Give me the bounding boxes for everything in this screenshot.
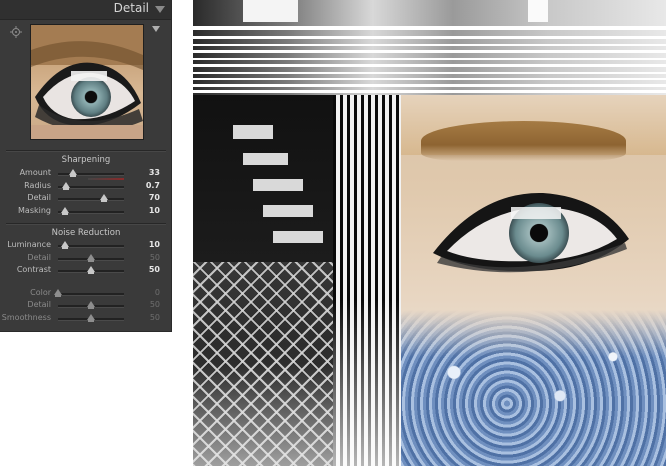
slider-color[interactable] <box>54 288 124 297</box>
panel-header[interactable]: Detail <box>0 0 171 20</box>
chain-link-fence <box>193 262 343 466</box>
stripe-line <box>193 72 666 74</box>
slider-amount[interactable] <box>58 169 124 180</box>
slider-row-color: Color 0 <box>0 288 172 300</box>
slider-thumb[interactable] <box>60 206 69 215</box>
stair-step <box>273 231 323 243</box>
collapse-triangle-icon[interactable] <box>155 6 165 13</box>
section-divider <box>6 150 166 152</box>
stripe-line <box>193 58 666 60</box>
slider-row-detail: Detail 50 <box>0 253 172 265</box>
slider-smoothness[interactable] <box>58 314 124 322</box>
stair-step <box>263 205 313 217</box>
slider-label: Luminance <box>7 240 51 249</box>
stripe-line <box>193 84 666 87</box>
stripe-line <box>193 90 666 93</box>
slider-label: Detail <box>27 252 51 262</box>
slider-thumb[interactable] <box>87 266 95 275</box>
detail-preview-image[interactable] <box>30 24 144 140</box>
slider-value[interactable]: 50 <box>150 253 160 262</box>
collage-face <box>401 95 666 466</box>
collage-top-light <box>528 0 548 22</box>
slider-radius[interactable] <box>58 181 124 190</box>
slider-label: Smoothness <box>1 313 51 322</box>
stripe-line <box>193 26 666 30</box>
slider-value[interactable]: 10 <box>149 206 160 215</box>
noise-reduction-title: Noise Reduction <box>51 228 121 238</box>
slider-row-radius: Radius 0.7 <box>0 181 172 193</box>
slider-value[interactable]: 0 <box>155 288 160 297</box>
slider-value[interactable]: 50 <box>150 300 160 309</box>
slider-thumb[interactable] <box>61 181 70 190</box>
slider-contrast[interactable] <box>58 266 124 275</box>
eyebrow <box>421 121 626 161</box>
slider-thumb[interactable] <box>87 253 95 262</box>
collage-top-light <box>243 0 298 22</box>
detail-panel: Detail Sharpening Amount 33 Radius 0.7 D… <box>0 0 172 332</box>
slider-detail[interactable] <box>58 253 124 262</box>
collage-image <box>193 0 666 466</box>
slider-thumb[interactable] <box>60 241 69 249</box>
slider-label: Radius <box>24 180 51 190</box>
slider-row-smoothness: Smoothness 50 <box>0 313 172 325</box>
section-divider <box>6 223 166 225</box>
slider-value[interactable]: 70 <box>149 193 160 202</box>
slider-thumb[interactable] <box>68 169 77 177</box>
slider-row-contrast: Contrast 50 <box>0 265 172 277</box>
slider-label: Amount <box>19 168 51 177</box>
slider-label: Detail <box>27 300 51 310</box>
sharpening-title: Sharpening <box>61 155 111 165</box>
slider-detail[interactable] <box>58 194 124 203</box>
slider-row-amount: Amount 33 <box>0 168 172 180</box>
slider-label: Masking <box>18 205 51 215</box>
stripe-line <box>193 64 666 67</box>
slider-thumb[interactable] <box>54 288 62 297</box>
collage-top-structure <box>193 0 666 95</box>
slider-row-masking: Masking 10 <box>0 206 172 218</box>
slider-row-detail: Detail 50 <box>0 300 172 312</box>
stripe-line <box>193 44 666 46</box>
ice-crystals <box>401 310 666 466</box>
stair-step <box>253 179 303 191</box>
preview-eye-picture <box>31 25 143 139</box>
stripe-line <box>193 36 666 39</box>
slider-value[interactable]: 10 <box>149 240 160 249</box>
target-adjust-icon[interactable] <box>10 26 22 38</box>
slider-thumb[interactable] <box>100 194 109 203</box>
slider-masking[interactable] <box>58 206 124 215</box>
slider-value[interactable]: 50 <box>150 313 160 322</box>
stripes-fade <box>333 300 403 466</box>
slider-thumb[interactable] <box>87 301 95 310</box>
preview-menu-icon[interactable] <box>152 26 160 32</box>
slider-value[interactable]: 33 <box>149 168 160 177</box>
slider-row-detail: Detail 70 <box>0 193 172 205</box>
slider-value[interactable]: 50 <box>149 265 160 274</box>
collage-eye <box>433 192 629 273</box>
slider-value[interactable]: 0.7 <box>146 181 160 190</box>
stripe-line <box>193 50 666 53</box>
slider-row-luminance: Luminance 10 <box>0 240 172 252</box>
slider-label: Contrast <box>16 265 51 275</box>
slider-luminance[interactable] <box>58 241 124 249</box>
slider-label: Detail <box>27 193 51 203</box>
stripe-line <box>193 78 666 80</box>
panel-title: Detail <box>113 1 149 15</box>
slider-thumb[interactable] <box>87 314 95 322</box>
slider-detail[interactable] <box>58 301 124 310</box>
stair-step <box>233 125 273 139</box>
stair-step <box>243 153 288 165</box>
slider-label: Color <box>30 287 51 297</box>
